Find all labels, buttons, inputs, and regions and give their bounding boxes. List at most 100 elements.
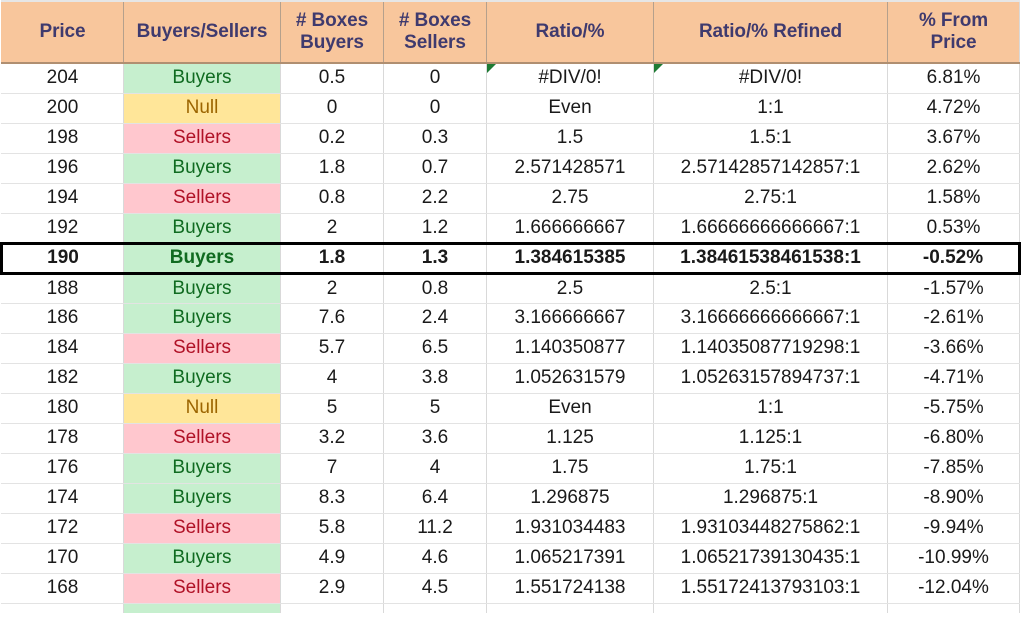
cell-pct[interactable]: -9.94% [887, 513, 1020, 544]
cell-ratio[interactable]: 1.75 [486, 453, 654, 484]
cell-price[interactable]: 204 [1, 63, 124, 94]
cell-boxes_b[interactable]: 1.8 [280, 153, 384, 184]
cell-boxes_b[interactable]: 0 [280, 93, 384, 124]
cell-ratio[interactable]: #DIV/0! [486, 63, 654, 94]
cell-price[interactable]: 192 [1, 213, 124, 244]
cell-pct[interactable]: 0.53% [887, 213, 1020, 244]
cell-boxes_s[interactable]: 4.6 [383, 543, 487, 574]
cell-ratio[interactable]: 1.296875 [486, 483, 654, 514]
table-row[interactable]: 174 Buyers 8.3 6.4 1.296875 1.296875:1 -8.90% [1, 483, 1020, 514]
cell-bs[interactable]: Buyers [123, 543, 281, 574]
cell-ratio[interactable]: Even [486, 393, 654, 424]
cell-refined[interactable]: 1.125:1 [653, 423, 888, 454]
cell-price[interactable] [1, 603, 124, 613]
table-row[interactable]: 186 Buyers 7.6 2.4 3.166666667 3.166666666666… [1, 303, 1020, 334]
cell-refined[interactable]: 1.75:1 [653, 453, 888, 484]
cell-refined[interactable]: 2.75:1 [653, 183, 888, 214]
cell-boxes_s[interactable]: 1.3 [383, 241, 487, 275]
cell-bs[interactable]: Buyers [123, 241, 281, 275]
table-row[interactable]: 188 Buyers 2 0.8 2.5 2.5:1 -1.57% [1, 273, 1020, 304]
table-row[interactable]: 170 Buyers 4.9 4.6 1.065217391 1.065217391304… [1, 543, 1020, 574]
cell-boxes_b[interactable] [280, 603, 384, 613]
cell-pct[interactable]: -12.04% [887, 573, 1020, 604]
cell-boxes_s[interactable]: 2.2 [383, 183, 487, 214]
cell-ratio[interactable]: 1.666666667 [486, 213, 654, 244]
cell-boxes_b[interactable]: 4 [280, 363, 384, 394]
table-row[interactable]: 194 Sellers 0.8 2.2 2.75 2.75:1 1.58% [1, 183, 1020, 214]
cell-boxes_b[interactable]: 7.6 [280, 303, 384, 334]
cell-pct[interactable]: -6.80% [887, 423, 1020, 454]
cell-ratio[interactable]: 2.5 [486, 273, 654, 304]
cell-boxes_b[interactable]: 8.3 [280, 483, 384, 514]
cell-pct[interactable]: 6.81% [887, 63, 1020, 94]
cell-pct[interactable]: -2.61% [887, 303, 1020, 334]
cell-bs[interactable]: Sellers [123, 423, 281, 454]
cell-pct[interactable]: -3.66% [887, 333, 1020, 364]
cell-price[interactable]: 182 [1, 363, 124, 394]
cell-boxes_s[interactable]: 0 [383, 93, 487, 124]
cell-boxes_s[interactable]: 4.5 [383, 573, 487, 604]
cell-boxes_b[interactable]: 1.8 [280, 241, 384, 275]
cell-bs[interactable]: Buyers [123, 303, 281, 334]
cell-boxes_s[interactable] [383, 603, 487, 613]
cell-bs[interactable]: Buyers [123, 153, 281, 184]
table-row[interactable]: 172 Sellers 5.8 11.2 1.931034483 1.9310344827… [1, 513, 1020, 544]
cell-price[interactable]: 174 [1, 483, 124, 514]
column-header-boxes_s[interactable]: # Boxes Sellers [383, 0, 487, 64]
cell-refined[interactable]: 1.38461538461538:1 [653, 241, 888, 275]
cell-boxes_b[interactable]: 2 [280, 213, 384, 244]
cell-pct[interactable]: 4.72% [887, 93, 1020, 124]
cell-ratio[interactable]: Even [486, 93, 654, 124]
cell-ratio[interactable]: 1.125 [486, 423, 654, 454]
table-row[interactable]: 190 Buyers 1.8 1.3 1.384615385 1.384615384615… [0, 241, 1021, 275]
cell-ratio[interactable]: 1.551724138 [486, 573, 654, 604]
cell-refined[interactable]: 1.55172413793103:1 [653, 573, 888, 604]
cell-bs[interactable]: Buyers [123, 63, 281, 94]
cell-refined[interactable]: 2.57142857142857:1 [653, 153, 888, 184]
table-row[interactable]: 200 Null 0 0 Even 1:1 4.72% [1, 93, 1020, 124]
cell-boxes_b[interactable]: 5.7 [280, 333, 384, 364]
cell-pct[interactable]: -8.90% [887, 483, 1020, 514]
cell-bs[interactable]: Buyers [123, 453, 281, 484]
cell-boxes_s[interactable]: 0.7 [383, 153, 487, 184]
cell-refined[interactable]: #DIV/0! [653, 63, 888, 94]
cell-ratio[interactable]: 2.75 [486, 183, 654, 214]
cell-price[interactable]: 170 [1, 543, 124, 574]
cell-refined[interactable]: 1.05263157894737:1 [653, 363, 888, 394]
table-row[interactable] [1, 603, 1020, 613]
table-row[interactable]: 178 Sellers 3.2 3.6 1.125 1.125:1 -6.80% [1, 423, 1020, 454]
cell-price[interactable]: 176 [1, 453, 124, 484]
cell-boxes_b[interactable]: 5 [280, 393, 384, 424]
cell-ratio[interactable]: 2.571428571 [486, 153, 654, 184]
cell-bs[interactable]: Buyers [123, 213, 281, 244]
cell-price[interactable]: 200 [1, 93, 124, 124]
cell-boxes_b[interactable]: 7 [280, 453, 384, 484]
cell-refined[interactable]: 2.5:1 [653, 273, 888, 304]
cell-price[interactable]: 186 [1, 303, 124, 334]
column-header-boxes_b[interactable]: # Boxes Buyers [280, 0, 384, 64]
cell-refined[interactable]: 1.66666666666667:1 [653, 213, 888, 244]
cell-boxes_b[interactable]: 2 [280, 273, 384, 304]
cell-boxes_s[interactable]: 6.4 [383, 483, 487, 514]
cell-pct[interactable]: -5.75% [887, 393, 1020, 424]
cell-price[interactable]: 180 [1, 393, 124, 424]
cell-pct[interactable]: 2.62% [887, 153, 1020, 184]
cell-refined[interactable]: 1:1 [653, 393, 888, 424]
cell-refined[interactable]: 1.5:1 [653, 123, 888, 154]
cell-boxes_s[interactable]: 4 [383, 453, 487, 484]
cell-refined[interactable]: 1.93103448275862:1 [653, 513, 888, 544]
cell-pct[interactable]: -10.99% [887, 543, 1020, 574]
cell-boxes_s[interactable]: 5 [383, 393, 487, 424]
cell-bs[interactable]: Sellers [123, 123, 281, 154]
column-header-price[interactable]: Price [1, 0, 124, 64]
column-header-refined[interactable]: Ratio/% Refined [653, 0, 888, 64]
cell-boxes_b[interactable]: 3.2 [280, 423, 384, 454]
cell-refined[interactable]: 1:1 [653, 93, 888, 124]
cell-refined[interactable]: 1.06521739130435:1 [653, 543, 888, 574]
cell-ratio[interactable]: 3.166666667 [486, 303, 654, 334]
cell-price[interactable]: 188 [1, 273, 124, 304]
cell-boxes_s[interactable]: 0.8 [383, 273, 487, 304]
cell-boxes_b[interactable]: 4.9 [280, 543, 384, 574]
cell-ratio[interactable] [486, 603, 654, 613]
cell-bs[interactable]: Buyers [123, 363, 281, 394]
